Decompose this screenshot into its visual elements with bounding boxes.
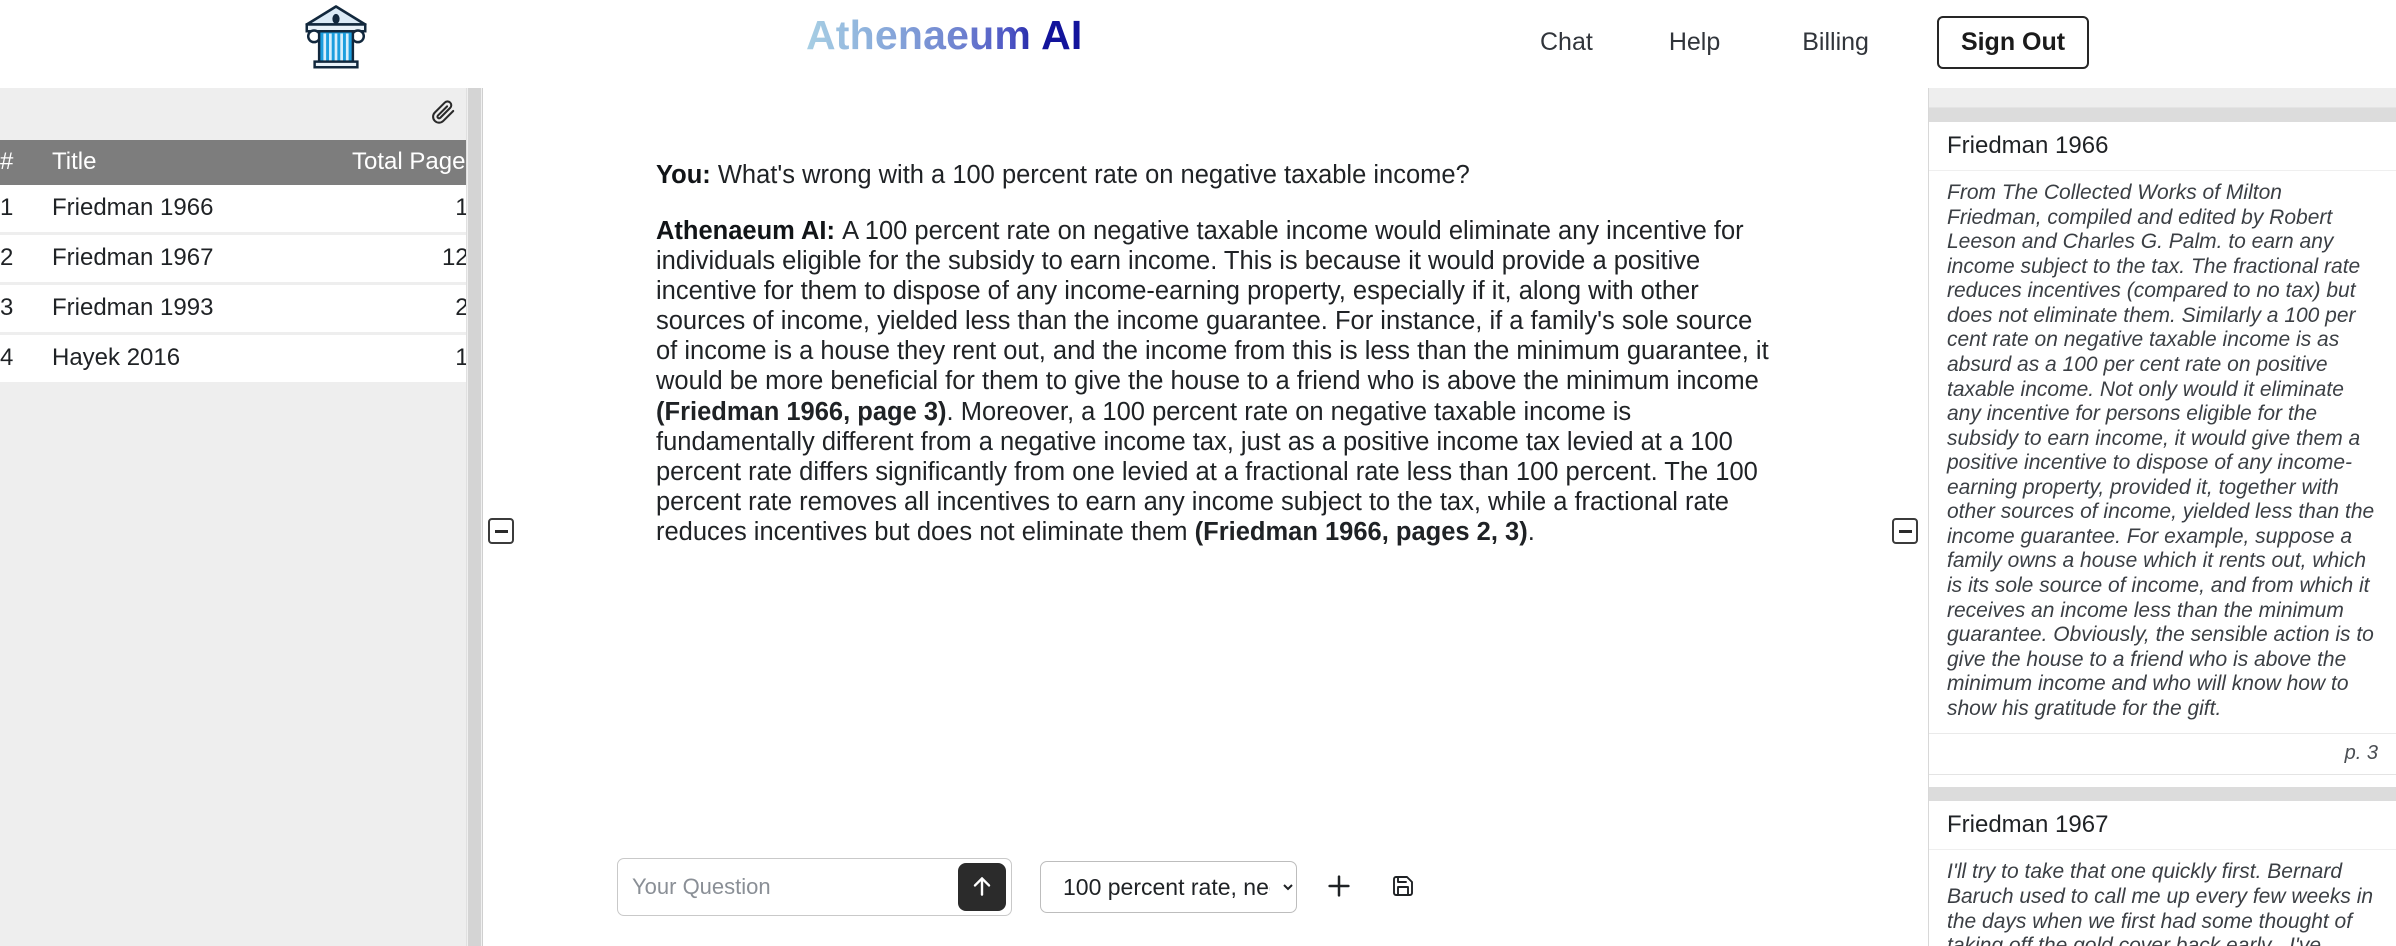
chat-citation-2: (Friedman 1966, pages 2, 3): [1194, 517, 1528, 546]
source-card-page-number: p. 3: [1929, 733, 2396, 775]
documents-sidebar: # Title Total Pages 1 Friedman 1966 17 2…: [0, 88, 483, 946]
greek-column-icon: [300, 2, 372, 74]
source-card-title: Friedman 1967: [1929, 801, 2396, 851]
row-pages: 12: [352, 333, 482, 385]
floppy-disk-save-icon: [1391, 874, 1415, 901]
chat-user-message: What's wrong with a 100 percent rate on …: [717, 161, 1470, 189]
column-header-title[interactable]: Title: [52, 140, 352, 185]
chat-transcript: You: What's wrong with a 100 percent rat…: [483, 88, 1928, 828]
save-conversation-button[interactable]: [1383, 865, 1423, 909]
row-number: 1: [0, 185, 52, 235]
plus-icon: [1324, 871, 1354, 904]
source-card-excerpt: I'll try to take that one quickly first.…: [1929, 850, 2396, 946]
app-root: Athenaeum AI Chat Help Billing Sign Out …: [0, 0, 2396, 946]
row-pages: 23: [352, 283, 482, 335]
row-number: 4: [0, 333, 52, 385]
table-row[interactable]: 4 Hayek 2016 12: [0, 333, 482, 385]
conversation-select[interactable]: 100 percent rate, negativ...: [1040, 861, 1297, 913]
source-card[interactable]: Friedman 1966 From The Collected Works o…: [1929, 108, 2396, 776]
row-title: Friedman 1966: [52, 185, 352, 235]
table-row[interactable]: 1 Friedman 1966 17: [0, 185, 482, 235]
chat-message-assistant: Athenaeum AI: A 100 percent rate on nega…: [656, 216, 1776, 547]
nav-link-billing[interactable]: Billing: [1792, 22, 1879, 63]
documents-table-body: 1 Friedman 1966 17 2 Friedman 1967 124 3…: [0, 185, 482, 385]
documents-header-row: # Title Total Pages: [0, 140, 482, 185]
sources-card-gap: [1929, 775, 2396, 788]
nav-link-chat[interactable]: Chat: [1530, 22, 1603, 63]
column-header-number[interactable]: #: [0, 140, 52, 185]
question-input-wrapper: [617, 858, 1012, 916]
row-title: Friedman 1967: [52, 233, 352, 285]
source-card-accent-bar: [1929, 787, 2396, 802]
collapse-left-panel-button[interactable]: [488, 518, 514, 544]
column-header-total-pages[interactable]: Total Pages: [352, 140, 482, 185]
minus-square-icon: [494, 529, 508, 533]
chat-assistant-text-end: .: [1527, 517, 1535, 546]
row-pages: 124: [352, 233, 482, 285]
source-card[interactable]: Friedman 1967 I'll try to take that one …: [1929, 787, 2396, 946]
paperclip-icon[interactable]: [430, 99, 456, 130]
minus-square-icon: [1898, 529, 1912, 533]
chat-main: You: What's wrong with a 100 percent rat…: [483, 88, 1928, 946]
row-pages: 17: [352, 185, 482, 235]
chat-assistant-label: Athenaeum AI:: [656, 217, 835, 246]
table-row[interactable]: 3 Friedman 1993 23: [0, 283, 482, 335]
chat-composer: 100 percent rate, negativ...: [483, 828, 1928, 946]
row-number: 3: [0, 283, 52, 335]
new-conversation-button[interactable]: [1319, 865, 1359, 909]
nav-link-help[interactable]: Help: [1659, 22, 1730, 63]
chat-user-label: You:: [656, 161, 711, 189]
chat-user-text: [711, 161, 718, 189]
source-card-excerpt: From The Collected Works of Milton Fried…: [1929, 171, 2396, 734]
source-card-title: Friedman 1966: [1929, 122, 2396, 171]
sources-sidebar: Friedman 1966 From The Collected Works o…: [1928, 88, 2396, 946]
sign-out-button[interactable]: Sign Out: [1936, 16, 2090, 69]
app-title: Athenaeum AI: [806, 12, 1083, 58]
documents-scrollbar-thumb[interactable]: [468, 88, 481, 946]
primary-nav: Chat Help Billing Sign Out: [1530, 16, 2090, 69]
conversation-select-wrapper: 100 percent rate, negativ...: [1040, 861, 1297, 913]
greek-column-logo: [296, 0, 376, 76]
documents-table: # Title Total Pages 1 Friedman 1966 17 2…: [0, 140, 482, 385]
table-row[interactable]: 2 Friedman 1967 124: [0, 233, 482, 285]
chat-message-user: You: What's wrong with a 100 percent rat…: [656, 160, 1776, 190]
row-title: Hayek 2016: [52, 333, 352, 385]
row-title: Friedman 1993: [52, 283, 352, 335]
collapse-right-panel-button[interactable]: [1892, 518, 1918, 544]
documents-table-head: # Title Total Pages: [0, 140, 482, 185]
app-header: Athenaeum AI Chat Help Billing Sign Out: [0, 0, 2396, 88]
row-number: 2: [0, 233, 52, 285]
source-card-accent-bar: [1929, 108, 2396, 122]
sources-top-spacer: [1929, 88, 2396, 108]
chat-citation-1: (Friedman 1966, page 3): [656, 397, 947, 426]
send-button[interactable]: [958, 863, 1006, 911]
question-input[interactable]: [618, 859, 1011, 915]
arrow-up-icon: [969, 873, 995, 902]
documents-toolbar: [0, 88, 482, 140]
documents-scrollbar[interactable]: [466, 88, 482, 946]
